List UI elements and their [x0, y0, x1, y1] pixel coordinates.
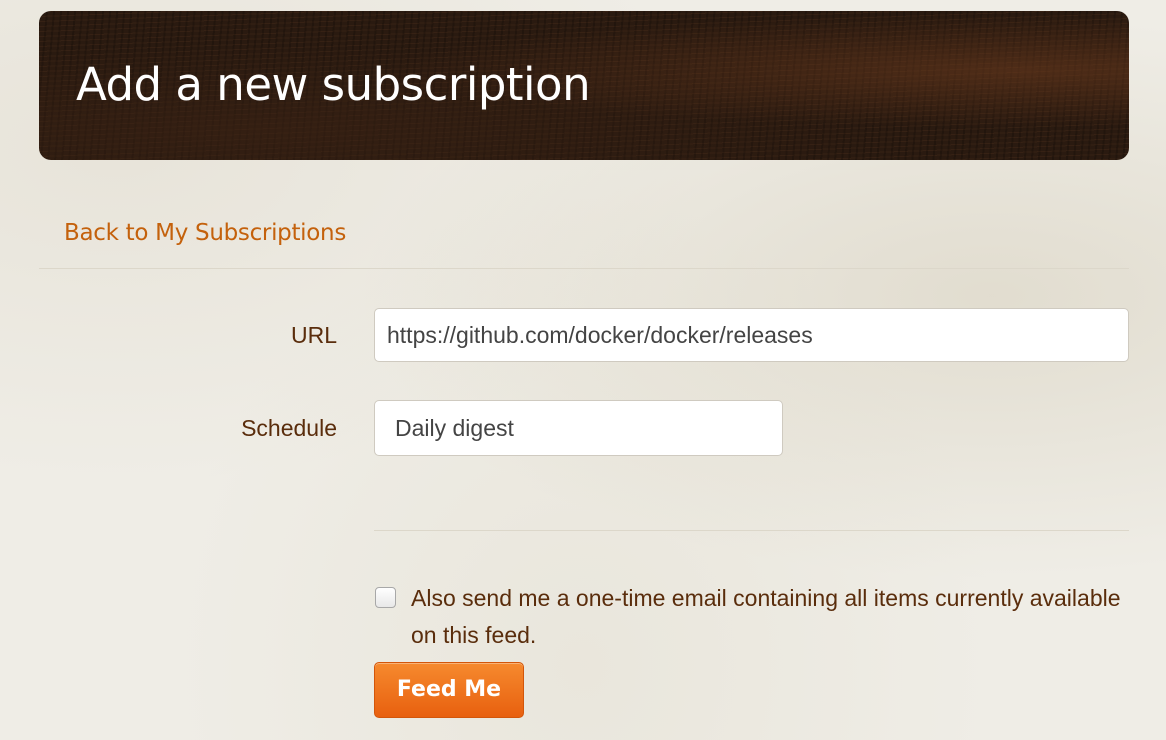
form-divider: [374, 530, 1129, 531]
one-time-email-checkbox[interactable]: [375, 587, 396, 608]
schedule-label: Schedule: [241, 415, 337, 441]
url-input[interactable]: https://github.com/docker/docker/release…: [374, 308, 1129, 362]
page-title: Add a new subscription: [76, 58, 591, 111]
url-label: URL: [290, 322, 337, 348]
divider: [39, 268, 1129, 269]
schedule-select[interactable]: Daily digest: [374, 400, 783, 456]
one-time-email-label[interactable]: Also send me a one-time email containing…: [411, 580, 1131, 654]
feed-me-button[interactable]: Feed Me: [374, 662, 524, 718]
back-to-subscriptions-link[interactable]: Back to My Subscriptions: [64, 218, 346, 248]
page-header: Add a new subscription: [39, 11, 1129, 160]
